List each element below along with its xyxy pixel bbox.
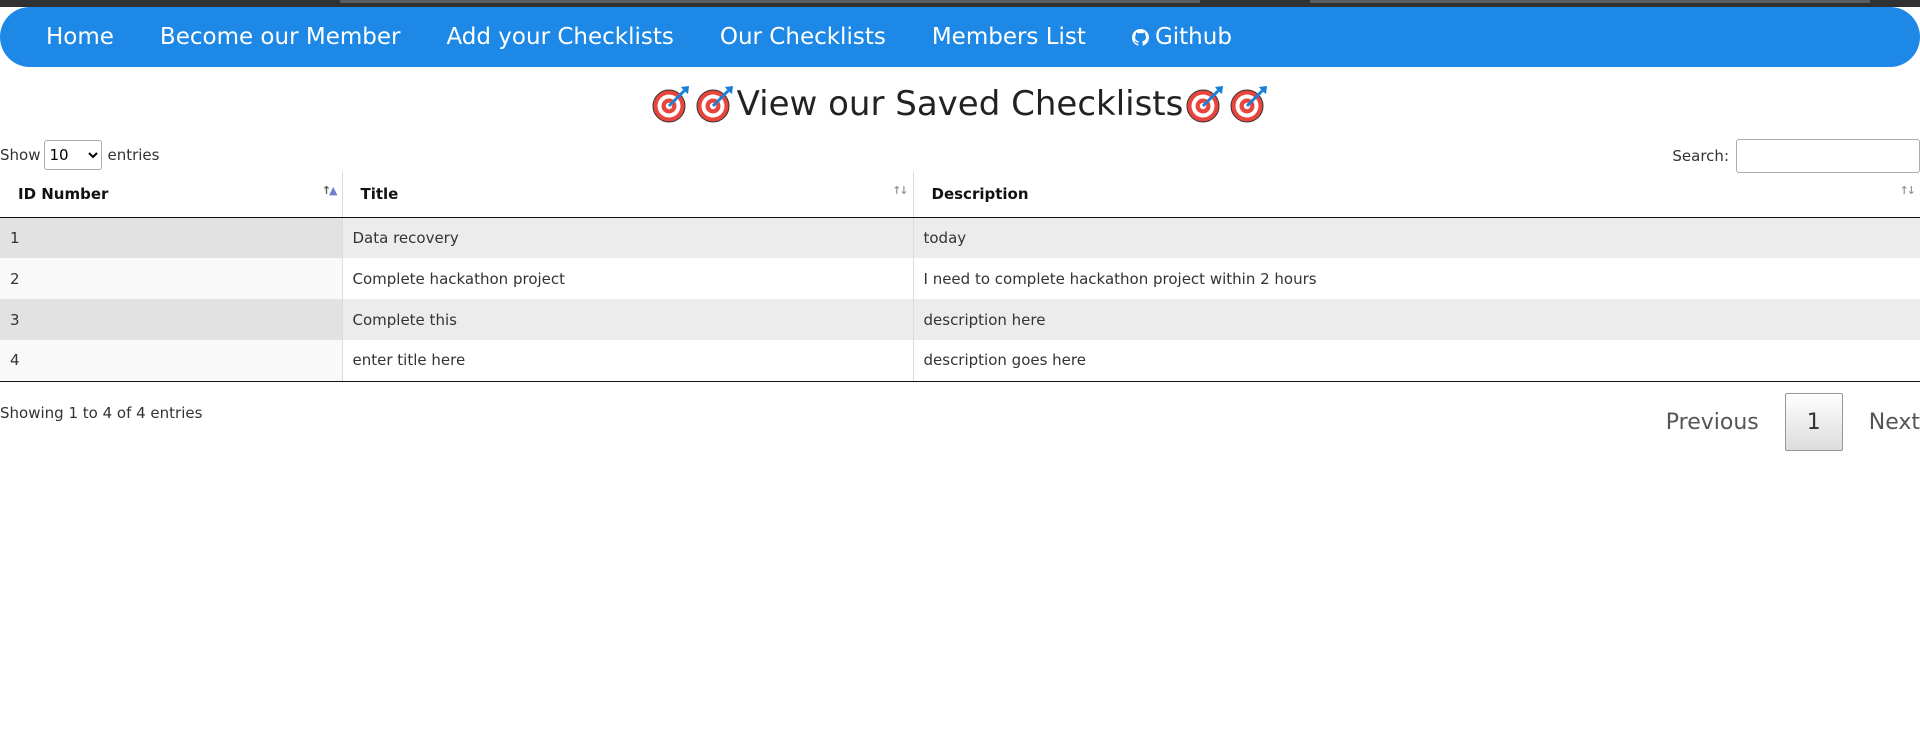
nav-link-become-member[interactable]: Become our Member	[160, 24, 401, 50]
cell-title: Complete hackathon project	[342, 258, 914, 299]
previous-page-button[interactable]: Previous	[1640, 410, 1785, 435]
next-page-button[interactable]: Next	[1843, 410, 1920, 435]
cell-description: description goes here	[913, 340, 1920, 382]
pagination: Previous 1 Next	[1640, 392, 1920, 452]
table-header-row: ID Number ↑▲ Title ↑↓ Description ↑↓	[0, 172, 1920, 218]
cell-id: 1	[0, 217, 343, 258]
nav-link-members-list[interactable]: Members List	[932, 24, 1086, 50]
nav-link-our-checklists[interactable]: Our Checklists	[720, 24, 886, 50]
nav-link-home[interactable]: Home	[46, 24, 114, 50]
column-header-label: ID Number	[18, 185, 109, 204]
nav-link-github-label: Github	[1154, 24, 1232, 50]
cell-description: description here	[913, 299, 1920, 340]
sort-both-icon: ↑↓	[892, 184, 909, 197]
cell-title: enter title here	[342, 340, 914, 382]
table-row[interactable]: 3 Complete this description here	[0, 299, 1920, 340]
page-title-text: View our Saved Checklists	[736, 84, 1184, 124]
cell-title: Data recovery	[342, 217, 914, 258]
main-navbar: Home Become our Member Add your Checklis…	[0, 7, 1920, 67]
target-icon	[695, 84, 735, 124]
column-header-label: Title	[360, 185, 399, 204]
cell-description: today	[913, 217, 1920, 258]
nav-link-add-checklists[interactable]: Add your Checklists	[446, 24, 673, 50]
table-info: Showing 1 to 4 of 4 entries	[0, 404, 203, 422]
column-header-title[interactable]: Title ↑↓	[342, 172, 914, 218]
target-icon	[1229, 84, 1269, 124]
table-controls: Show 10 entries Search:	[0, 138, 1920, 174]
target-icon	[1185, 84, 1225, 124]
page-title: View our Saved Checklists	[0, 80, 1920, 128]
entries-per-page-select[interactable]: 10	[44, 140, 103, 170]
column-header-description[interactable]: Description ↑↓	[913, 172, 1920, 218]
tab-strip-highlight	[1310, 0, 1870, 3]
sort-both-icon: ↑↓	[1899, 184, 1917, 197]
browser-top-strip	[0, 0, 1920, 7]
cell-title: Complete this	[342, 299, 914, 340]
checklists-table: ID Number ↑▲ Title ↑↓ Description ↑↓ 1 D…	[0, 172, 1920, 382]
show-label: Show	[0, 146, 41, 164]
search-label: Search:	[1672, 147, 1729, 165]
table-row[interactable]: 2 Complete hackathon project I need to c…	[0, 258, 1920, 299]
cell-id: 3	[0, 299, 343, 340]
github-icon	[1131, 28, 1149, 46]
tab-strip-highlight	[340, 0, 1200, 3]
search-input[interactable]	[1736, 139, 1920, 173]
cell-id: 4	[0, 340, 343, 382]
entries-label: entries	[107, 146, 160, 164]
column-header-label: Description	[931, 185, 1029, 204]
target-icon	[651, 84, 691, 124]
page-number-button[interactable]: 1	[1784, 393, 1843, 451]
entries-length-control: Show 10 entries	[0, 138, 159, 172]
column-header-id-number[interactable]: ID Number ↑▲	[0, 172, 343, 218]
nav-link-github[interactable]: Github	[1131, 24, 1232, 50]
sort-ascending-icon: ↑▲	[321, 184, 338, 197]
cell-description: I need to complete hackathon project wit…	[913, 258, 1920, 299]
cell-id: 2	[0, 258, 343, 299]
table-row[interactable]: 1 Data recovery today	[0, 217, 1920, 258]
table-row[interactable]: 4 enter title here description goes here	[0, 340, 1920, 382]
search-control: Search:	[1672, 138, 1920, 174]
